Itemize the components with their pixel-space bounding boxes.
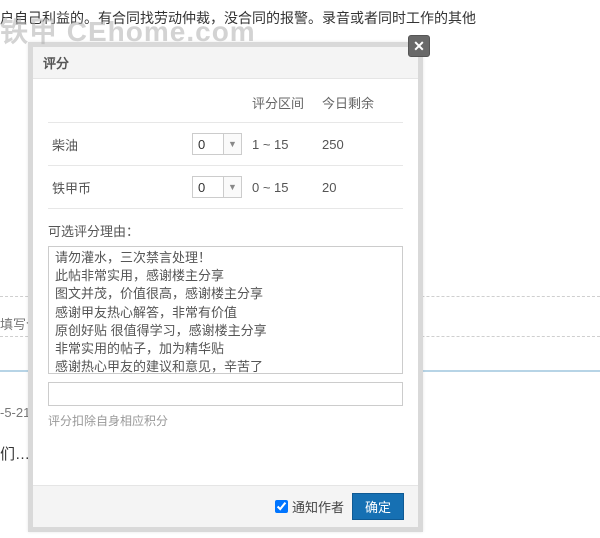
row-remain: 20 (318, 166, 403, 209)
reason-option[interactable]: 请勿灌水，三次禁言处理！ (55, 249, 396, 267)
row-range: 0 ~ 15 (248, 166, 318, 209)
value-input[interactable] (193, 177, 223, 197)
notify-author-checkbox[interactable] (275, 500, 288, 513)
reason-option[interactable]: 感谢热心甲友的建议和意见，辛苦了 (55, 358, 396, 374)
site-watermark: 铁甲 CEhome.com (0, 10, 256, 50)
col-header-value (188, 87, 248, 123)
confirm-button[interactable]: 确定 (352, 493, 404, 520)
chevron-down-icon[interactable]: ▼ (223, 177, 241, 197)
modal-title: 评分 (43, 53, 69, 72)
chevron-down-icon[interactable]: ▼ (223, 134, 241, 154)
table-row: 柴油 ▼ 1 ~ 15 250 (48, 123, 403, 166)
rating-modal: 评分 ✕ 评分区间 今日剩余 柴油 ▼ (28, 42, 423, 532)
close-button[interactable]: ✕ (408, 35, 430, 57)
reason-list[interactable]: 请勿灌水，三次禁言处理！ 此帖非常实用，感谢楼主分享 图文并茂，价值很高，感谢楼… (48, 246, 403, 374)
reason-option[interactable]: 图文并茂，价值很高，感谢楼主分享 (55, 285, 396, 303)
deduct-note: 评分扣除自身相应积分 (48, 412, 403, 429)
notify-author-wrap[interactable]: 通知作者 (275, 497, 344, 516)
value-selector[interactable]: ▼ (192, 133, 242, 155)
row-range: 1 ~ 15 (248, 123, 318, 166)
modal-footer: 通知作者 确定 (33, 485, 418, 527)
reason-option[interactable]: 非常实用的帖子，加为精华贴 (55, 340, 396, 358)
modal-header: 评分 ✕ (33, 47, 418, 79)
row-label: 柴油 (48, 123, 188, 166)
reason-label: 可选评分理由： (48, 221, 403, 240)
col-header-name (48, 87, 188, 123)
table-row: 铁甲币 ▼ 0 ~ 15 20 (48, 166, 403, 209)
reason-option[interactable]: 感谢甲友热心解答，非常有价值 (55, 304, 396, 322)
close-icon: ✕ (413, 38, 425, 55)
reason-option[interactable]: 原创好贴 很值得学习，感谢楼主分享 (55, 322, 396, 340)
custom-reason-input[interactable] (48, 382, 403, 406)
value-selector[interactable]: ▼ (192, 176, 242, 198)
notify-author-label: 通知作者 (292, 497, 344, 516)
row-remain: 250 (318, 123, 403, 166)
col-header-range: 评分区间 (248, 87, 318, 123)
reason-option[interactable]: 此帖非常实用，感谢楼主分享 (55, 267, 396, 285)
modal-body: 评分区间 今日剩余 柴油 ▼ 1 ~ 15 250 (33, 79, 418, 441)
col-header-remain: 今日剩余 (318, 87, 403, 123)
value-input[interactable] (193, 134, 223, 154)
row-label: 铁甲币 (48, 166, 188, 209)
rating-table: 评分区间 今日剩余 柴油 ▼ 1 ~ 15 250 (48, 87, 403, 209)
